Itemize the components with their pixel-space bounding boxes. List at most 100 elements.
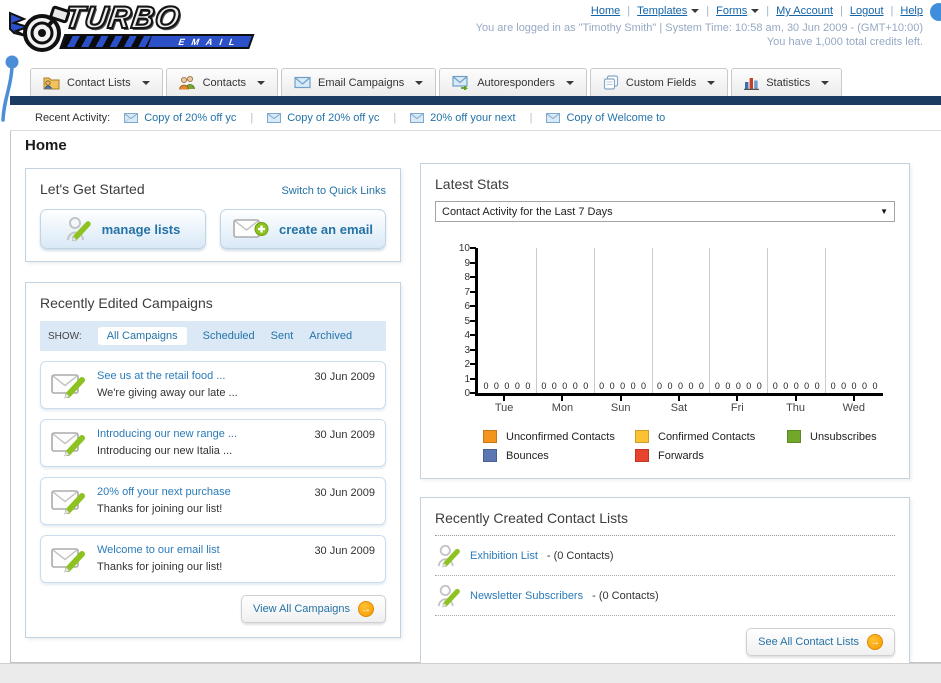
folder-user-icon <box>43 77 60 90</box>
stats-period-select[interactable]: Contact Activity for the Last 7 Days ▼ <box>435 201 895 222</box>
turbo-charger-icon <box>9 5 70 52</box>
logo-email-banner: EMAIL <box>59 34 255 49</box>
envelope-small-icon <box>124 112 139 123</box>
chevron-down-icon <box>691 9 700 14</box>
top-link-my-account[interactable]: My Account <box>776 5 833 17</box>
contact-list-link[interactable]: Exhibition List <box>470 550 538 562</box>
right-column: Latest Stats Contact Activity for the La… <box>420 163 910 669</box>
nav-tab-contacts[interactable]: Contacts <box>165 68 279 96</box>
create-an-email-button[interactable]: create an email <box>220 209 386 249</box>
chevron-down-icon: ▼ <box>880 207 888 216</box>
filter-scheduled[interactable]: Scheduled <box>203 330 255 342</box>
campaigns-title: Recently Edited Campaigns <box>40 295 213 311</box>
chevron-down-icon <box>565 80 574 85</box>
top-link-logout[interactable]: Logout <box>850 5 884 17</box>
envelope-pencil-icon <box>51 374 85 399</box>
pages-icon <box>603 75 618 90</box>
switch-to-quick-links[interactable]: Switch to Quick Links <box>281 185 386 197</box>
legend-item: Confirmed Contacts <box>635 430 787 443</box>
envelope-pencil-icon <box>51 490 85 515</box>
top-link-help[interactable]: Help <box>900 5 923 17</box>
legend-item: Forwards <box>635 449 787 462</box>
top-link-templates[interactable]: Templates <box>637 5 687 17</box>
nav-tab-contact-lists[interactable]: Contact Lists <box>30 68 163 96</box>
navy-divider-bar <box>10 96 941 105</box>
get-started-panel: Let's Get Started Switch to Quick Links … <box>25 168 401 262</box>
campaign-date: 30 Jun 2009 <box>314 487 375 499</box>
chevron-down-icon <box>821 80 830 85</box>
nav-tab-statistics[interactable]: Statistics <box>731 68 843 96</box>
campaign-row[interactable]: 20% off your next purchase Thanks for jo… <box>40 477 386 525</box>
latest-stats-title: Latest Stats <box>435 176 509 192</box>
nav-tab-custom-fields[interactable]: Custom Fields <box>589 68 729 96</box>
campaign-title-link[interactable]: Welcome to our email list <box>97 543 222 558</box>
person-pencil-icon <box>437 584 460 608</box>
recently-created-contact-lists-panel: Recently Created Contact Lists Exhibitio… <box>420 497 910 669</box>
see-all-contact-lists-button[interactable]: See All Contact Lists → <box>746 628 895 656</box>
person-pencil-icon <box>66 217 91 242</box>
campaign-subtitle: Thanks for joining our list! <box>97 561 223 573</box>
contact-activity-chart: 0 1 2 3 4 5 6 7 8 9 10 0 0 0 0 0 0 0 0 0 0 0 0 0 0 0 0 0 0 0 0 0 0 0 0 0 0 0 0… <box>435 243 895 462</box>
chart-plot: 0 1 2 3 4 5 6 7 8 9 10 0 0 0 0 0 0 0 0 0 0 0 0 0 0 0 0 0 0 0 0 0 0 0 0 0 0 0 0… <box>459 243 883 399</box>
chevron-down-icon <box>751 9 760 14</box>
campaign-row[interactable]: Introducing our new range ... Introducin… <box>40 419 386 467</box>
login-status-text: You are logged in as "Timothy Smith" | S… <box>475 22 923 34</box>
campaign-subtitle: We're giving away our late ... <box>97 387 238 399</box>
chevron-down-icon <box>257 80 266 85</box>
envelope-icon <box>294 76 311 89</box>
envelope-small-icon <box>267 112 282 123</box>
logo-stripes <box>61 36 152 47</box>
person-pencil-icon <box>437 544 460 568</box>
arrow-right-icon: → <box>867 634 883 650</box>
left-column: Home Let's Get Started Switch to Quick L… <box>25 133 401 638</box>
recent-activity-item[interactable]: Copy of Welcome to <box>546 112 665 124</box>
campaign-title-link[interactable]: 20% off your next purchase <box>97 485 231 500</box>
campaign-title-link[interactable]: See us at the retail food ... <box>97 369 238 384</box>
campaign-subtitle: Thanks for joining our list! <box>97 503 223 515</box>
top-nav-links: Home | Templates | Forms | My Account | Logo… <box>590 5 923 17</box>
contact-list-row[interactable]: Exhibition List - (0 Contacts) <box>435 536 895 576</box>
recent-activity-item[interactable]: Copy of 20% off yc <box>267 112 379 124</box>
chart-x-axis: Tue Mon Sun Sat Fri Thu Wed <box>475 396 883 414</box>
chevron-down-icon <box>141 80 150 85</box>
get-started-title: Let's Get Started <box>40 181 145 197</box>
envelope-pencil-icon <box>51 548 85 573</box>
view-all-campaigns-button[interactable]: View All Campaigns → <box>240 595 386 623</box>
nav-tab-email-campaigns[interactable]: Email Campaigns <box>281 68 437 96</box>
legend-item: Bounces <box>483 449 635 462</box>
contact-list-row[interactable]: Newsletter Subscribers - (0 Contacts) <box>435 576 895 616</box>
top-link-home[interactable]: Home <box>591 5 620 17</box>
envelope-forward-icon <box>452 75 469 90</box>
campaign-row[interactable]: See us at the retail food ... We're givi… <box>40 361 386 409</box>
chevron-down-icon <box>707 80 716 85</box>
contact-list-link[interactable]: Newsletter Subscribers <box>470 590 583 602</box>
page-title: Home <box>25 137 67 154</box>
filter-sent[interactable]: Sent <box>271 330 294 342</box>
legend-item: Unconfirmed Contacts <box>483 430 635 443</box>
turbo-email-logo[interactable]: TURBO EMAIL <box>8 0 268 59</box>
filter-archived[interactable]: Archived <box>309 330 352 342</box>
envelope-small-icon <box>546 112 561 123</box>
credits-text: You have 1,000 total credits left. <box>766 36 923 48</box>
campaign-date: 30 Jun 2009 <box>314 429 375 441</box>
top-link-forms[interactable]: Forms <box>716 5 747 17</box>
recent-activity-item[interactable]: Copy of 20% off yc <box>124 112 236 124</box>
campaign-subtitle: Introducing our new Italia ... <box>97 445 233 457</box>
chart-legend: Unconfirmed Contacts Confirmed Contacts Un… <box>483 430 895 462</box>
bar-chart-icon <box>744 77 760 90</box>
decorative-blue-dot <box>930 3 941 21</box>
campaign-title-link[interactable]: Introducing our new range ... <box>97 427 237 442</box>
nav-tab-autoresponders[interactable]: Autoresponders <box>439 68 587 96</box>
latest-stats-panel: Latest Stats Contact Activity for the La… <box>420 163 910 479</box>
campaign-row[interactable]: Welcome to our email list Thanks for joi… <box>40 535 386 583</box>
campaign-date: 30 Jun 2009 <box>314 371 375 383</box>
envelope-plus-icon <box>233 219 269 238</box>
recent-activity-item[interactable]: 20% off your next <box>410 112 516 124</box>
logo-sub: EMAIL <box>177 36 244 47</box>
filter-all-campaigns[interactable]: All Campaigns <box>97 327 187 345</box>
main-nav: Contact Lists Contacts Email Campaigns A… <box>30 68 843 96</box>
logo-brand: TURBO <box>62 0 184 36</box>
recently-edited-campaigns-panel: Recently Edited Campaigns SHOW: All Camp… <box>25 282 401 638</box>
manage-lists-button[interactable]: manage lists <box>40 209 206 249</box>
footer-strip <box>0 663 941 683</box>
